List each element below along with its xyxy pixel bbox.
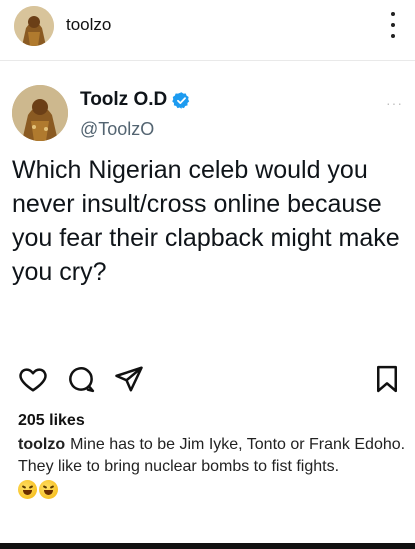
post-username[interactable]: toolzo: [66, 15, 111, 35]
send-icon[interactable]: [114, 364, 144, 394]
caption-username[interactable]: toolzo: [18, 436, 65, 453]
post-header: toolzo: [0, 0, 415, 52]
tweet-more-icon: ···: [386, 95, 403, 111]
comment-bubble-icon[interactable]: [66, 364, 96, 394]
action-bar: [0, 360, 415, 400]
tweet-card: Toolz O.D @ToolzO ··· Which Nigerian cel…: [0, 60, 415, 356]
rolling-laughing-emoji: [18, 480, 37, 499]
tweet-avatar-image: [12, 85, 68, 141]
more-vertical-icon[interactable]: [389, 12, 397, 38]
caption-text-1: Mine has to be Jim Iyke, Tonto or Frank …: [70, 436, 406, 453]
verified-badge-icon: [172, 91, 190, 109]
caption-line-1: toolzo Mine has to be Jim Iyke, Tonto or …: [18, 434, 408, 456]
avatar[interactable]: [14, 6, 54, 46]
tweet-display-name: Toolz O.D: [80, 89, 191, 111]
heart-icon[interactable]: [18, 364, 48, 394]
tweet-display-name-text: Toolz O.D: [80, 89, 168, 110]
emoji-row: [18, 480, 408, 499]
bottom-edge: [0, 543, 415, 549]
tweet-text: Which Nigerian celeb would you never ins…: [12, 156, 400, 286]
likes-count[interactable]: 205 likes: [18, 412, 85, 430]
tweet-avatar: [12, 85, 68, 141]
bookmark-icon[interactable]: [372, 364, 402, 394]
tweet-handle: @ToolzO: [80, 119, 155, 139]
rolling-laughing-emoji: [39, 480, 58, 499]
caption: toolzo Mine has to be Jim Iyke, Tonto or …: [18, 434, 408, 499]
avatar-image: [14, 6, 54, 46]
caption-text-2: They like to bring nuclear bombs to fist…: [18, 458, 340, 475]
